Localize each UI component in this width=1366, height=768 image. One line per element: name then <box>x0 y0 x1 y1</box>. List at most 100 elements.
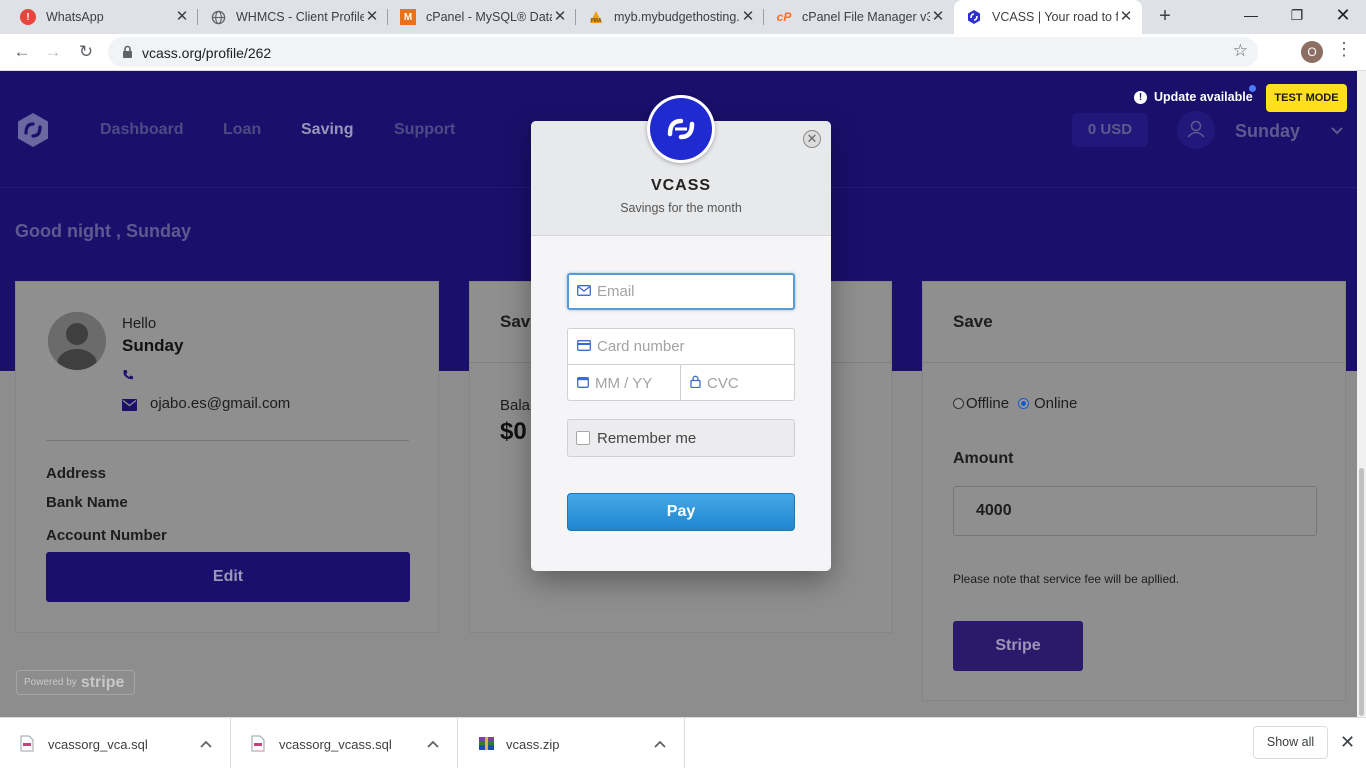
close-tab-icon[interactable]: ✕ <box>174 9 190 25</box>
notification-dot <box>1249 85 1256 92</box>
amount-input[interactable]: 4000 <box>953 486 1317 536</box>
sql-file-icon <box>20 735 34 757</box>
chevron-up-icon[interactable] <box>200 735 212 753</box>
offline-label[interactable]: Offline <box>966 395 1009 412</box>
nav-dashboard[interactable]: Dashboard <box>100 121 184 139</box>
email-placeholder: Email <box>597 283 635 300</box>
browser-tabstrip: ! WhatsApp ✕ WHMCS - Client Profile ✕ M … <box>0 0 1366 34</box>
close-tab-icon[interactable]: ✕ <box>1118 9 1134 25</box>
card-details-group: Card number MM / YY CVC <box>567 328 795 401</box>
bookmark-star-icon[interactable]: ☆ <box>1233 41 1248 61</box>
powered-by-stripe-badge[interactable]: Powered by stripe <box>16 670 135 695</box>
close-tab-icon[interactable]: ✕ <box>364 9 380 25</box>
email-field[interactable]: Email <box>567 273 795 310</box>
cvc-field[interactable]: CVC <box>681 365 794 401</box>
browser-menu-icon[interactable]: ⋮ <box>1335 39 1353 60</box>
user-name[interactable]: Sunday <box>1235 121 1300 142</box>
bank-name-label: Bank Name <box>46 494 128 511</box>
tab-phpmyadmin[interactable]: PMA myb.mybudgethosting.c ✕ <box>576 0 764 34</box>
remember-me-toggle[interactable]: Remember me <box>567 419 795 457</box>
minimize-button[interactable]: — <box>1228 0 1274 32</box>
mail-icon <box>122 398 137 416</box>
show-all-downloads-button[interactable]: Show all <box>1253 726 1328 759</box>
expiry-field[interactable]: MM / YY <box>568 365 681 401</box>
stripe-button[interactable]: Stripe <box>953 621 1083 671</box>
phone-icon <box>122 368 134 386</box>
account-number-label: Account Number <box>46 527 167 544</box>
address-label: Address <box>46 465 107 482</box>
chevron-up-icon[interactable] <box>427 735 439 753</box>
modal-title: VCASS <box>650 177 712 194</box>
close-window-button[interactable]: ✕ <box>1320 0 1366 32</box>
lock-icon[interactable] <box>122 45 133 63</box>
tab-vcass[interactable]: VCASS | Your road to fin ✕ <box>954 0 1142 34</box>
online-radio[interactable] <box>1018 398 1029 409</box>
url-text: vcass.org/profile/262 <box>142 45 272 61</box>
stripe-wordmark: stripe <box>80 673 125 691</box>
service-fee-note: Please note that service fee will be apl… <box>953 572 1180 586</box>
offline-radio[interactable] <box>953 398 964 409</box>
envelope-icon <box>577 283 591 300</box>
update-label: Update available <box>1154 90 1253 104</box>
nav-saving[interactable]: Saving <box>301 121 353 139</box>
chevron-up-icon[interactable] <box>654 735 666 753</box>
tab-whatsapp[interactable]: ! WhatsApp ✕ <box>8 0 198 34</box>
close-icon[interactable]: ✕ <box>803 130 821 148</box>
address-bar[interactable]: vcass.org/profile/262 ☆ <box>108 37 1258 67</box>
vcass-logo-icon[interactable] <box>14 111 52 149</box>
divider <box>46 440 409 441</box>
edit-button[interactable]: Edit <box>46 552 410 602</box>
credit-card-icon <box>577 338 591 355</box>
profile-avatar[interactable]: O <box>1301 41 1323 63</box>
update-available-notice[interactable]: ! Update available <box>1134 90 1253 104</box>
download-item[interactable]: vcass.zip <box>458 718 685 768</box>
balance-pill[interactable]: 0 USD <box>1072 113 1148 147</box>
tab-cpanel-mysql[interactable]: M cPanel - MySQL® Datab ✕ <box>388 0 576 34</box>
phpmyadmin-icon: PMA <box>588 9 604 25</box>
online-label[interactable]: Online <box>1034 395 1077 412</box>
lock-icon <box>690 375 701 392</box>
close-downloads-icon[interactable]: ✕ <box>1340 732 1355 753</box>
merchant-logo <box>647 95 715 163</box>
download-item[interactable]: vcassorg_vca.sql <box>0 718 231 768</box>
close-tab-icon[interactable]: ✕ <box>930 9 946 25</box>
close-tab-icon[interactable]: ✕ <box>552 9 568 25</box>
cpanel-icon: cP <box>776 10 792 24</box>
scrollbar-thumb[interactable] <box>1359 468 1364 716</box>
new-tab-button[interactable]: + <box>1154 5 1176 27</box>
globe-icon <box>210 9 226 25</box>
hello-text: Hello <box>122 315 157 332</box>
nav-support[interactable]: Support <box>394 121 455 139</box>
forward-button[interactable]: → <box>41 40 65 64</box>
remember-me-label: Remember me <box>597 429 697 447</box>
browser-toolbar: ← → ↻ vcass.org/profile/262 ☆ O ⋮ <box>0 34 1366 90</box>
tab-title: cPanel File Manager v3 <box>802 10 930 24</box>
close-tab-icon[interactable]: ✕ <box>740 9 756 25</box>
tab-cpanel-file-manager[interactable]: cP cPanel File Manager v3 ✕ <box>764 0 954 34</box>
profile-name: Sunday <box>122 336 184 355</box>
tab-whmcs[interactable]: WHMCS - Client Profile ✕ <box>198 0 388 34</box>
chevron-down-icon[interactable] <box>1330 123 1344 141</box>
email-text[interactable]: ojabo.es@gmail.com <box>150 395 290 412</box>
back-button[interactable]: ← <box>10 40 34 64</box>
avatar <box>48 312 106 370</box>
remember-me-checkbox[interactable] <box>576 431 590 445</box>
restore-button[interactable]: ❐ <box>1274 0 1320 32</box>
nav-loan[interactable]: Loan <box>223 121 261 139</box>
modal-subtitle: Savings for the month <box>620 201 742 215</box>
user-icon[interactable] <box>1177 111 1215 149</box>
download-filename: vcassorg_vca.sql <box>48 737 148 752</box>
powered-by-text: Powered by <box>24 677 77 688</box>
vcass-logo-icon <box>667 118 695 140</box>
test-mode-badge: TEST MODE <box>1266 84 1347 112</box>
card-number-field[interactable]: Card number <box>568 329 794 365</box>
save-card: Save Offline Online Amount 4000 Please n… <box>922 281 1346 701</box>
download-item[interactable]: vcassorg_vcass.sql <box>231 718 458 768</box>
balance-label: Bala <box>500 397 531 414</box>
tab-title: WhatsApp <box>46 10 104 24</box>
save-title: Save <box>953 312 993 331</box>
tab-title: VCASS | Your road to fin <box>992 10 1118 24</box>
pay-button[interactable]: Pay <box>567 493 795 531</box>
reload-button[interactable]: ↻ <box>74 40 98 64</box>
info-icon: ! <box>1134 90 1147 104</box>
